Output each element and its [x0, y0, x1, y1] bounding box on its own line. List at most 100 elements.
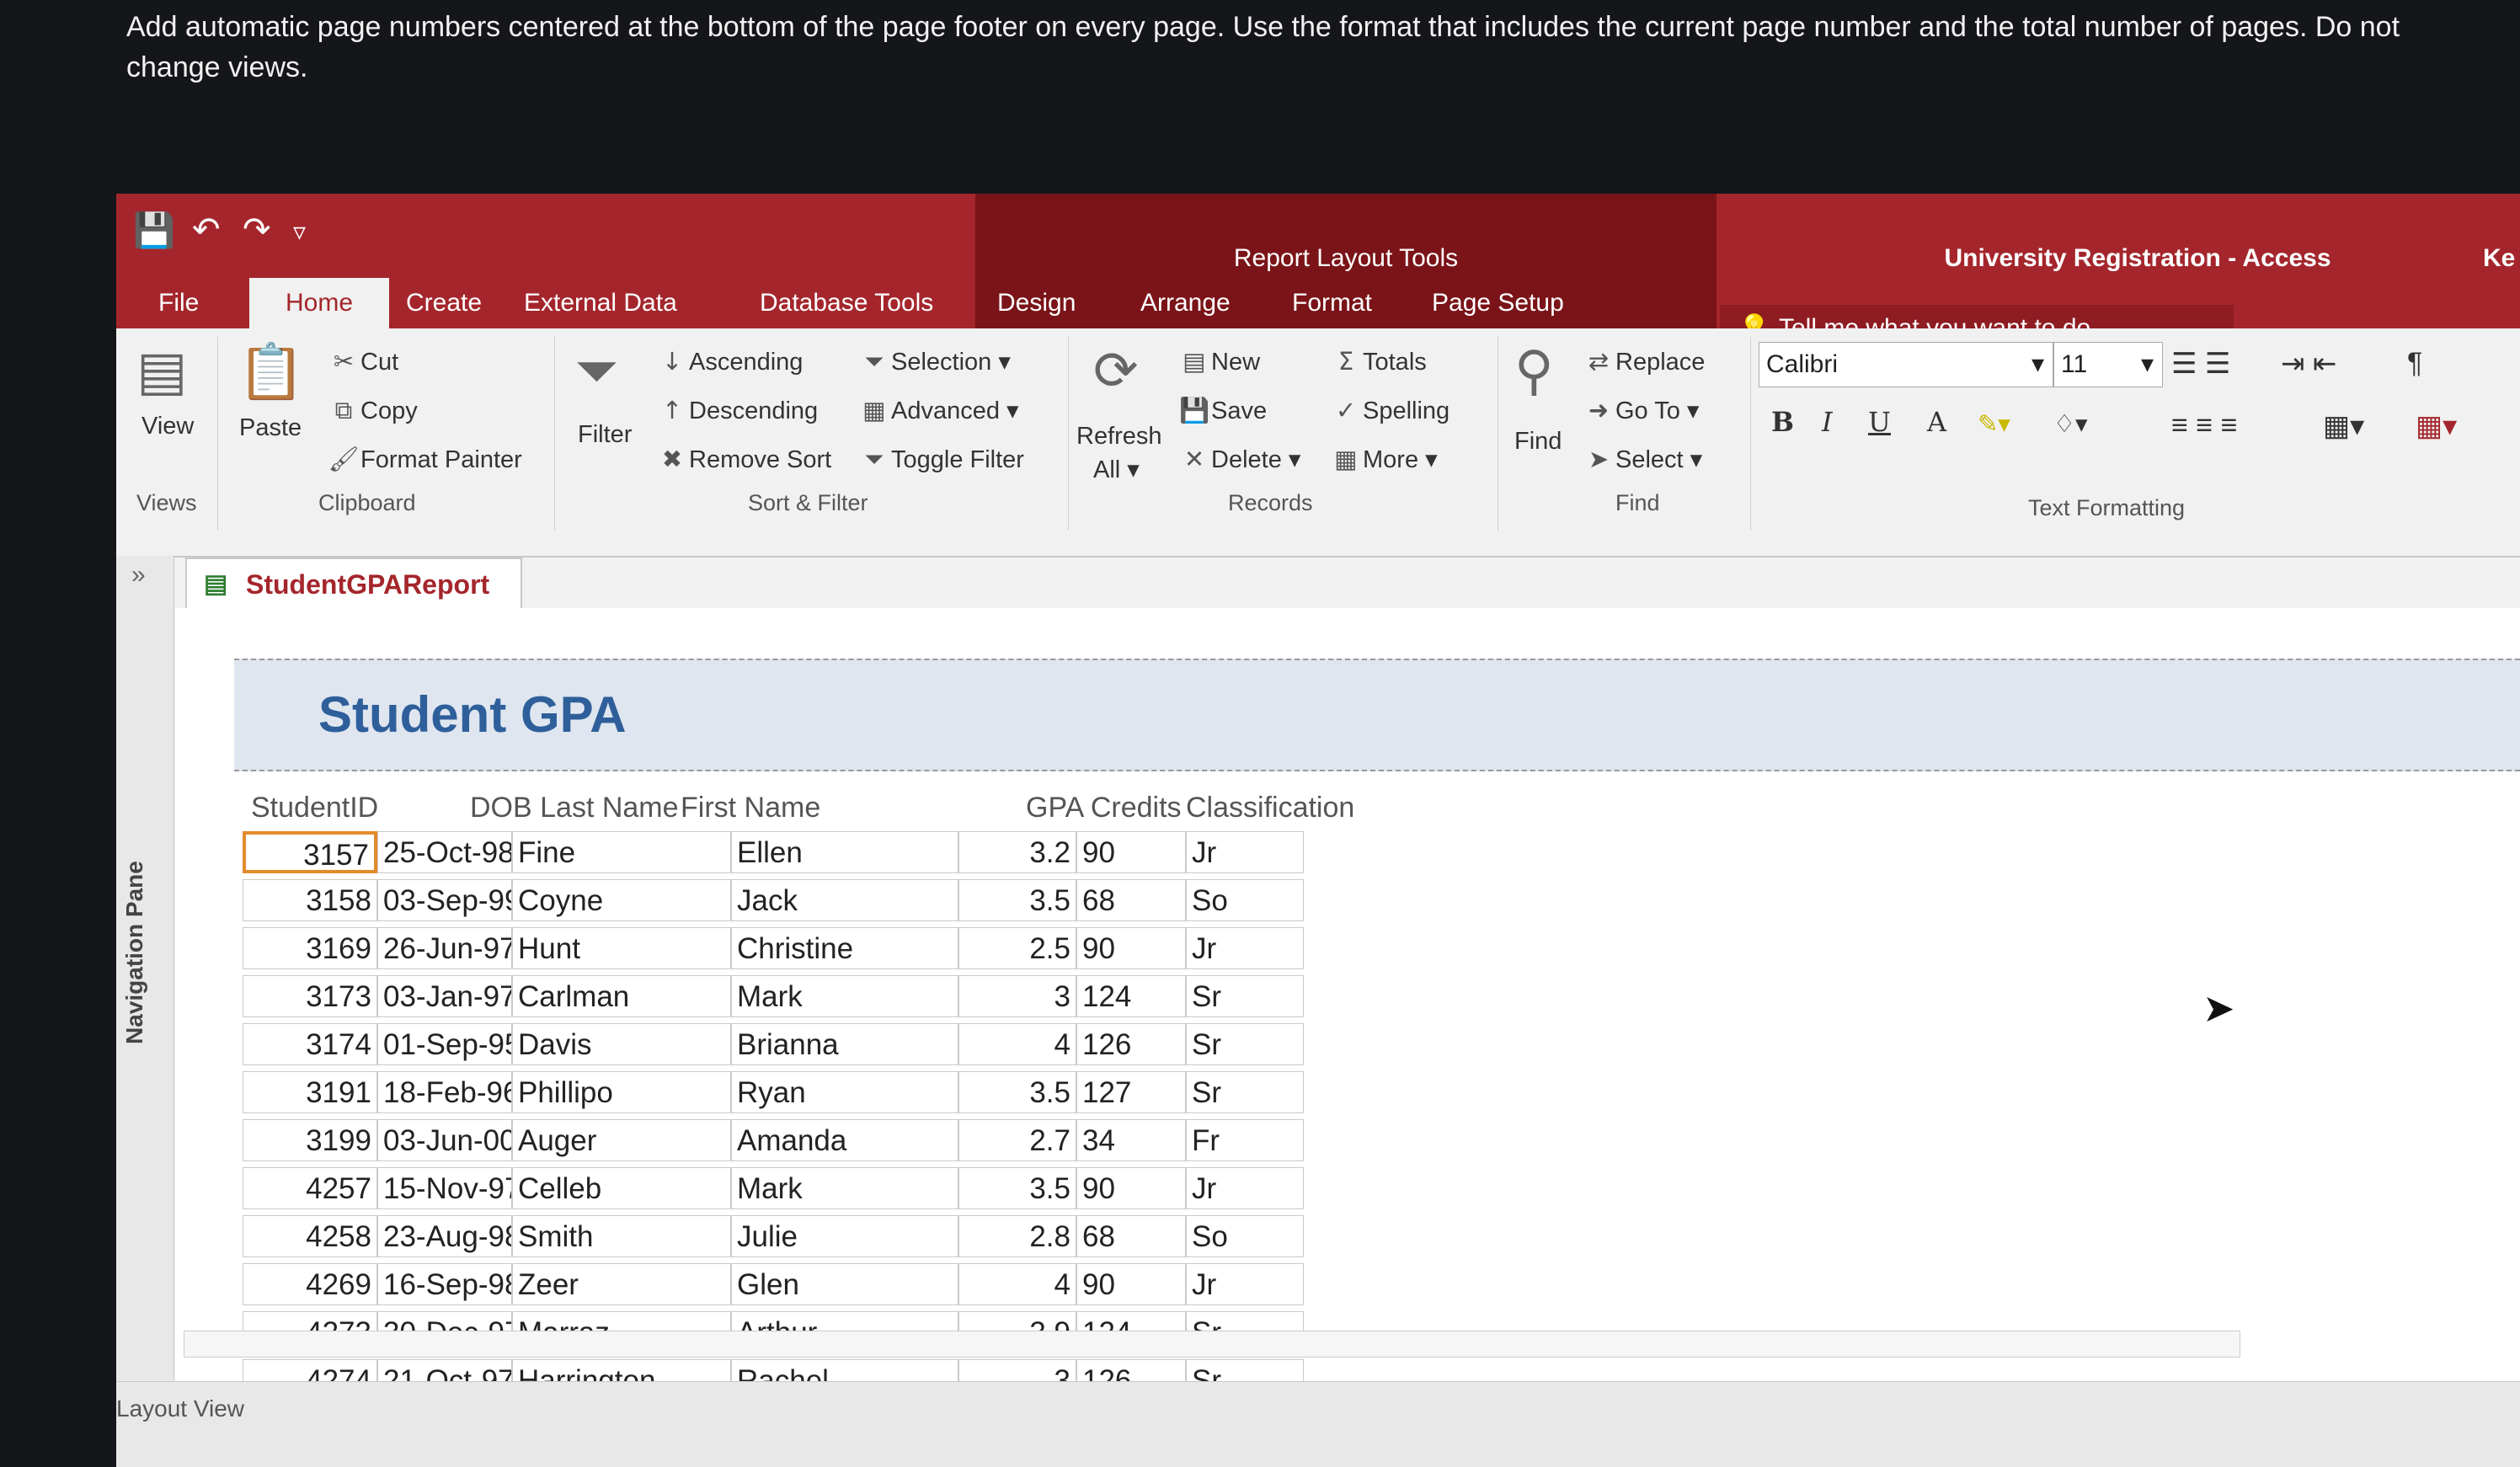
cell-gpa[interactable]: 3.5 — [958, 1167, 1076, 1209]
cell-last[interactable]: Auger — [512, 1119, 731, 1161]
find-button[interactable]: Find — [1514, 428, 1562, 456]
cell-class[interactable]: Fr — [1186, 1119, 1304, 1161]
undo-icon[interactable]: ↶ — [192, 211, 221, 249]
user-name[interactable]: Ke — [2483, 244, 2515, 273]
cell-dob[interactable]: 23-Aug-98 — [377, 1215, 512, 1257]
cell-gpa[interactable]: 3.2 — [958, 831, 1076, 873]
save-icon[interactable]: 💾 — [133, 211, 175, 250]
cell-last[interactable]: Hunt — [512, 927, 731, 969]
horizontal-scrollbar[interactable] — [184, 1331, 2240, 1358]
cell-class[interactable]: Sr — [1186, 975, 1304, 1017]
view-button[interactable]: View — [141, 413, 194, 440]
header-dob-last-name[interactable]: DOB Last Name — [470, 792, 679, 824]
bullets-icon[interactable]: ☰ ☰ — [2171, 347, 2230, 381]
tab-format[interactable]: Format — [1280, 278, 1384, 328]
redo-icon[interactable]: ↷ — [243, 211, 271, 249]
cell-first[interactable]: Brianna — [731, 1023, 958, 1065]
underline-button[interactable]: U — [1868, 406, 1891, 438]
tab-arrange[interactable]: Arrange — [1129, 278, 1242, 328]
cell-credits[interactable]: 68 — [1076, 879, 1186, 921]
tab-create[interactable]: Create — [394, 278, 494, 328]
expand-nav-icon[interactable]: » — [131, 561, 146, 589]
totals-button[interactable]: Σ Totals — [1329, 347, 1427, 376]
navigation-pane[interactable]: » Navigation Pane — [116, 556, 174, 1381]
document-tab[interactable]: ▤ StudentGPAReport — [185, 557, 522, 608]
toggle-filter-button[interactable]: ⏷ Toggle Filter — [857, 445, 1024, 474]
bold-button[interactable]: B — [1771, 406, 1794, 438]
cell-gpa[interactable]: 2.7 — [958, 1119, 1076, 1161]
cell-last[interactable]: Coyne — [512, 879, 731, 921]
cell-id[interactable]: 3157 — [243, 831, 377, 873]
cell-dob[interactable]: 25-Oct-98 — [377, 831, 512, 873]
cell-id[interactable]: 4258 — [243, 1215, 377, 1257]
tab-database-tools[interactable]: Database Tools — [748, 278, 945, 328]
cell-last[interactable]: Davis — [512, 1023, 731, 1065]
filter-button[interactable]: Filter — [578, 421, 632, 449]
tab-file[interactable]: File — [147, 278, 211, 328]
italic-button[interactable]: I — [1822, 406, 1833, 438]
customize-qat-icon[interactable]: ▿ — [293, 217, 306, 247]
cell-last[interactable]: Fine — [512, 831, 731, 873]
cell-class[interactable]: Sr — [1186, 1023, 1304, 1065]
cell-last[interactable]: Zeer — [512, 1263, 731, 1305]
cell-class[interactable]: Jr — [1186, 1167, 1304, 1209]
save-record-button[interactable]: 💾Save — [1177, 396, 1267, 425]
delete-record-button[interactable]: ✕ Delete ▾ — [1177, 445, 1301, 474]
font-color-button[interactable]: A — [1927, 406, 1946, 438]
cell-first[interactable]: Amanda — [731, 1119, 958, 1161]
cell-first[interactable]: Ryan — [731, 1071, 958, 1113]
cell-last[interactable]: Celleb — [512, 1167, 731, 1209]
paste-icon[interactable]: 📋 — [238, 340, 305, 403]
new-record-button[interactable]: ▤ New — [1177, 347, 1260, 376]
font-size-select[interactable]: 11 ▾ — [2053, 342, 2163, 387]
tab-design[interactable]: Design — [985, 278, 1087, 328]
cell-id[interactable]: 4269 — [243, 1263, 377, 1305]
cell-credits[interactable]: 34 — [1076, 1119, 1186, 1161]
cell-credits[interactable]: 124 — [1076, 975, 1186, 1017]
cell-credits[interactable]: 90 — [1076, 927, 1186, 969]
cell-id[interactable]: 3169 — [243, 927, 377, 969]
cell-class[interactable]: Jr — [1186, 831, 1304, 873]
paragraph-icon[interactable]: ¶ — [2407, 347, 2422, 380]
cell-first[interactable]: Ellen — [731, 831, 958, 873]
cell-class[interactable]: So — [1186, 879, 1304, 921]
cell-id[interactable]: 3173 — [243, 975, 377, 1017]
cell-last[interactable]: Carlman — [512, 975, 731, 1017]
cell-id[interactable]: 4257 — [243, 1167, 377, 1209]
advanced-button[interactable]: ▦ Advanced ▾ — [857, 396, 1018, 425]
cell-first[interactable]: Jack — [731, 879, 958, 921]
conditional-format-icon[interactable]: ▦▾ — [2323, 409, 2364, 443]
cell-first[interactable]: Mark — [731, 975, 958, 1017]
cell-gpa[interactable]: 3 — [958, 975, 1076, 1017]
header-studentid[interactable]: StudentID — [251, 792, 378, 824]
replace-button[interactable]: ⇄ Replace — [1582, 347, 1706, 376]
cell-first[interactable]: Julie — [731, 1215, 958, 1257]
cell-first[interactable]: Glen — [731, 1263, 958, 1305]
selection-button[interactable]: ⏷ Selection ▾ — [857, 347, 1011, 376]
cell-dob[interactable]: 03-Sep-99 — [377, 879, 512, 921]
cell-class[interactable]: Jr — [1186, 1263, 1304, 1305]
copy-button[interactable]: ⧉ Copy — [327, 396, 418, 425]
cell-id[interactable]: 3191 — [243, 1071, 377, 1113]
header-classification[interactable]: Classification — [1186, 792, 1354, 824]
highlight-icon[interactable]: ✎▾ — [1978, 409, 2010, 439]
refresh-icon[interactable]: ⟳ — [1093, 340, 1139, 403]
cell-credits[interactable]: 90 — [1076, 1167, 1186, 1209]
cell-dob[interactable]: 15-Nov-97 — [377, 1167, 512, 1209]
cut-button[interactable]: ✂ Cut — [327, 347, 398, 376]
goto-button[interactable]: ➜ Go To ▾ — [1582, 396, 1700, 425]
header-gpa-credits[interactable]: GPA Credits — [1026, 792, 1182, 824]
cell-credits[interactable]: 126 — [1076, 1023, 1186, 1065]
cell-first[interactable]: Mark — [731, 1167, 958, 1209]
select-button[interactable]: ➤ Select ▾ — [1582, 445, 1702, 474]
cell-dob[interactable]: 26-Jun-97 — [377, 927, 512, 969]
cell-dob[interactable]: 18-Feb-96 — [377, 1071, 512, 1113]
cell-id[interactable]: 3174 — [243, 1023, 377, 1065]
cell-gpa[interactable]: 4 — [958, 1023, 1076, 1065]
format-painter-button[interactable]: 🖌Format Painter — [327, 445, 522, 474]
cell-dob[interactable]: 03-Jan-97 — [377, 975, 512, 1017]
cell-dob[interactable]: 01-Sep-95 — [377, 1023, 512, 1065]
fill-color-icon[interactable]: ♢▾ — [2053, 409, 2088, 439]
cell-dob[interactable]: 16-Sep-98 — [377, 1263, 512, 1305]
cell-credits[interactable]: 68 — [1076, 1215, 1186, 1257]
